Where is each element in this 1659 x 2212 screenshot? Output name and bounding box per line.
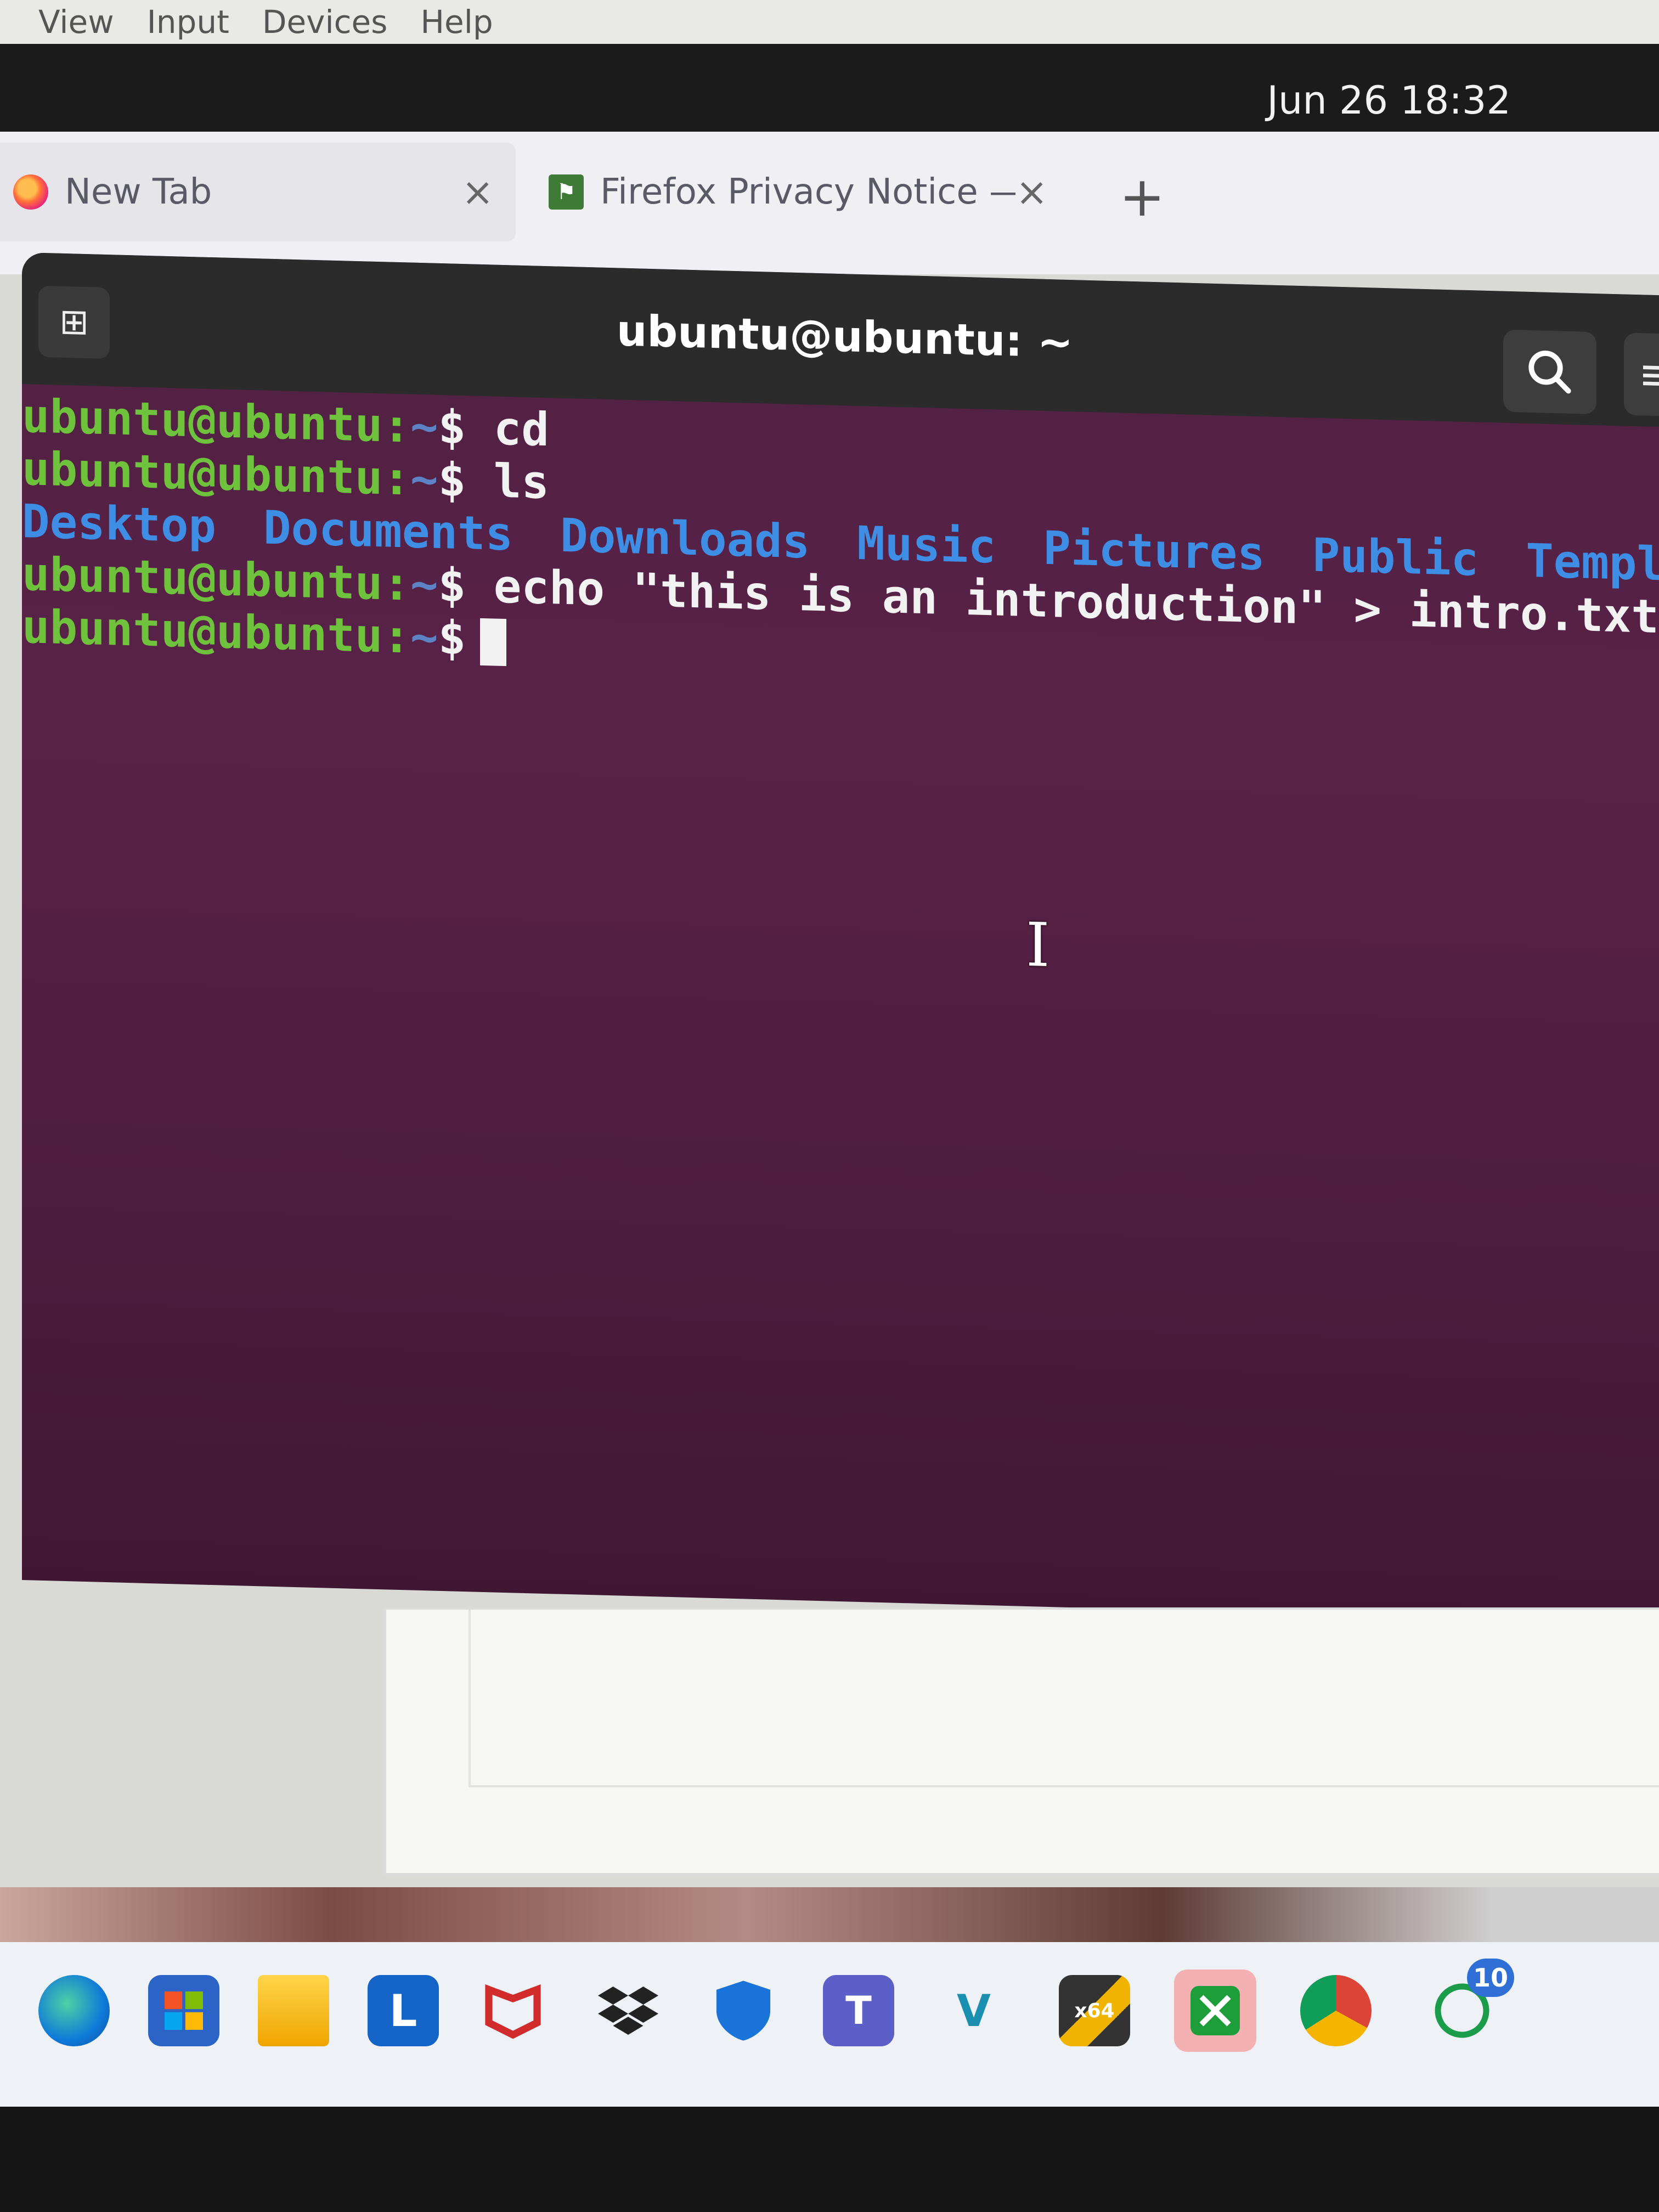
directory-entry: Public	[1312, 528, 1479, 586]
shield-icon	[716, 1980, 771, 2041]
background-window	[384, 1607, 1659, 1875]
xbox-icon[interactable]	[1174, 1970, 1256, 2052]
vm-menu-bar: View Input Devices Help	[0, 0, 1659, 44]
terminal-output[interactable]: ubuntu@ubuntu:~$ cd ubuntu@ubuntu:~$ ls …	[22, 389, 1659, 696]
menu-view[interactable]: View	[38, 5, 114, 44]
prompt-symbol: $	[438, 452, 466, 507]
close-icon[interactable]: ×	[1015, 170, 1048, 215]
store-icon[interactable]	[148, 1975, 219, 2046]
visual-studio-icon[interactable]: V	[938, 1975, 1009, 2046]
ibeam-cursor-icon: I	[1026, 909, 1050, 981]
dropbox-icon[interactable]	[592, 1975, 664, 2046]
new-tab-button[interactable]: +	[1119, 165, 1165, 229]
l-app-icon[interactable]: L	[368, 1975, 439, 2046]
terminal-window[interactable]: ⊞ ubuntu@ubuntu: ~ ≡ ubuntu@ubuntu:~$ cd…	[22, 252, 1659, 1623]
background-window-frame	[469, 1610, 1659, 1787]
notification-badge: 10	[1467, 1959, 1514, 1997]
text-cursor	[480, 618, 507, 667]
search-icon	[1528, 351, 1571, 394]
hamburger-menu-button[interactable]: ≡	[1624, 332, 1659, 417]
windows-taskbar: L T V x64 10	[0, 1942, 1659, 2107]
command-text: cd	[493, 401, 549, 457]
dropbox-logo-icon	[598, 1987, 658, 2035]
mcafee-icon[interactable]	[477, 1975, 549, 2046]
tab-privacy-notice[interactable]: ⚑ Firefox Privacy Notice — ×	[543, 143, 1070, 241]
browser-tab-strip: New Tab × ⚑ Firefox Privacy Notice — × +	[0, 132, 1659, 274]
teams-icon[interactable]: T	[823, 1975, 894, 2046]
directory-entry: Downloads	[560, 508, 810, 569]
tab-label: Firefox Privacy Notice —	[600, 172, 1016, 212]
menu-help[interactable]: Help	[420, 5, 493, 44]
prompt-path: ~	[410, 610, 438, 664]
clock[interactable]: Jun 26 18:32	[1267, 78, 1511, 123]
x64-app-icon[interactable]: x64	[1059, 1975, 1130, 2046]
menu-input[interactable]: Input	[147, 5, 229, 44]
directory-entry: Music	[857, 516, 996, 574]
terminal-title: ubuntu@ubuntu: ~	[616, 306, 1074, 368]
prompt-path: ~	[410, 452, 438, 506]
document-icon: ⚑	[549, 174, 584, 210]
prompt-symbol: $	[438, 557, 466, 613]
search-button[interactable]	[1503, 329, 1596, 415]
command-text: ls	[493, 454, 549, 510]
chrome-icon[interactable]	[1300, 1975, 1372, 2046]
directory-entry: Desktop	[22, 494, 217, 554]
prompt-symbol: $	[438, 399, 466, 455]
tab-new-tab[interactable]: New Tab ×	[0, 143, 516, 241]
prompt-symbol: $	[438, 610, 466, 665]
directory-entry: Templates	[1526, 533, 1659, 594]
file-explorer-icon[interactable]	[258, 1975, 329, 2046]
directory-entry: Pictures	[1043, 521, 1265, 581]
firefox-icon	[13, 174, 48, 210]
prompt-user: ubuntu@ubuntu:	[22, 600, 411, 664]
whatsapp-icon[interactable]: 10	[1426, 1959, 1514, 2046]
prompt-path: ~	[410, 557, 438, 612]
prompt-path: ~	[410, 399, 438, 454]
edge-icon[interactable]	[38, 1975, 110, 2046]
shield-m-icon	[485, 1984, 541, 2039]
close-icon[interactable]: ×	[461, 170, 494, 215]
monitor-bezel	[0, 2107, 1659, 2212]
xbox-logo-icon	[1190, 1986, 1240, 2035]
defender-icon[interactable]	[708, 1975, 779, 2046]
tab-label: New Tab	[65, 172, 212, 212]
menu-devices[interactable]: Devices	[262, 5, 388, 44]
directory-entry: Documents	[263, 500, 514, 561]
windows-logo-icon	[165, 1991, 203, 2030]
